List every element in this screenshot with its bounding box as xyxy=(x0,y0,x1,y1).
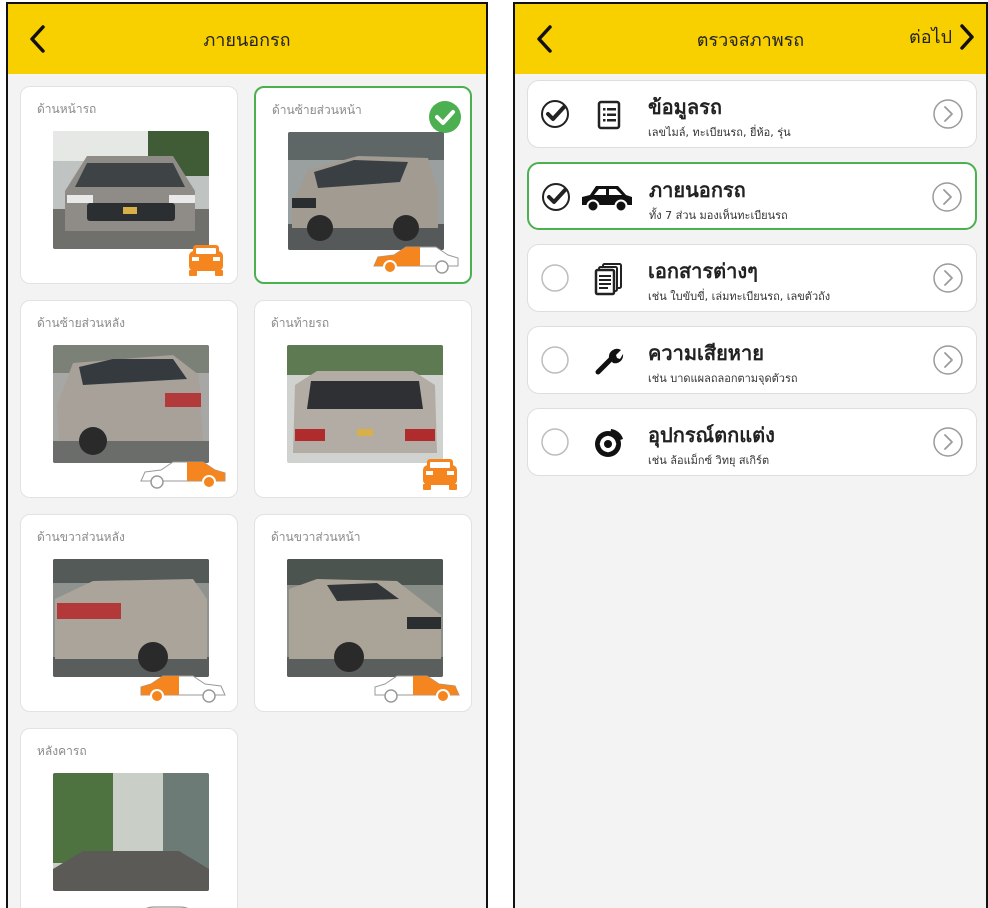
car-side-diagram-icon xyxy=(140,675,226,703)
right-front-photo-thumbnail xyxy=(287,559,443,677)
rear-photo-thumbnail xyxy=(287,345,443,463)
item-title: ความเสียหาย xyxy=(648,341,764,365)
chevron-right-circle-icon[interactable] xyxy=(932,344,964,376)
page-title: ตรวจสภาพรถ xyxy=(696,29,805,51)
photo-card-roof[interactable]: หลังคารถ xyxy=(20,728,238,908)
list-document-icon xyxy=(586,95,632,135)
left-rear-photo-thumbnail xyxy=(53,345,209,463)
photo-card-rear[interactable]: ด้านท้ายรถ xyxy=(254,300,472,498)
inspection-checklist-screen: ตรวจสภาพรถ ต่อไป ข้อมูลรถ เลขไมล์, ทะเบี… xyxy=(513,2,988,908)
next-button[interactable]: ต่อไป xyxy=(909,22,976,51)
item-subtitle: เช่น ใบขับขี่, เล่มทะเบียนรถ, เลขตัวถัง xyxy=(648,290,831,303)
brake-disc-icon xyxy=(586,423,632,463)
documents-icon xyxy=(586,259,632,299)
front-photo-thumbnail xyxy=(53,131,209,249)
photo-card-right-rear[interactable]: ด้านขวาส่วนหลัง xyxy=(20,514,238,712)
right-rear-photo-thumbnail xyxy=(53,559,209,677)
checklist-item-exterior[interactable]: ภายนอกรถ ทั้ง 7 ส่วน มองเห็นทะเบียนรถ xyxy=(527,162,977,230)
photo-card-left-rear[interactable]: ด้านซ้ายส่วนหลัง xyxy=(20,300,238,498)
photo-label: ด้านขวาส่วนหลัง xyxy=(37,530,125,544)
checklist-item-accessories[interactable]: อุปกรณ์ตกแต่ง เช่น ล้อแม็กซ์ วิทยุ สเกิร… xyxy=(527,408,977,476)
item-subtitle: เช่น บาดแผลถลอกตามจุดตัวรถ xyxy=(648,372,798,385)
check-circle-icon xyxy=(541,100,569,128)
item-title: ภายนอกรถ xyxy=(649,178,746,202)
checklist-item-car-info[interactable]: ข้อมูลรถ เลขไมล์, ทะเบียนรถ, ยี่ห้อ, รุ่… xyxy=(527,80,977,148)
car-rear-diagram-icon xyxy=(423,459,457,490)
photo-label: ด้านท้ายรถ xyxy=(271,316,330,330)
item-subtitle: เช่น ล้อแม็กซ์ วิทยุ สเกิร์ต xyxy=(648,454,770,467)
back-arrow-icon[interactable] xyxy=(26,24,50,54)
car-side-diagram-icon xyxy=(140,461,226,489)
left-front-photo-thumbnail xyxy=(288,132,444,250)
chevron-right-circle-icon[interactable] xyxy=(932,426,964,458)
car-front-diagram-icon xyxy=(189,245,223,276)
item-subtitle: เลขไมล์, ทะเบียนรถ, ยี่ห้อ, รุ่น xyxy=(648,126,791,139)
photo-label: หลังคารถ xyxy=(37,744,87,758)
item-title: อุปกรณ์ตกแต่ง xyxy=(648,423,775,447)
checklist-item-documents[interactable]: เอกสารต่างๆ เช่น ใบขับขี่, เล่มทะเบียนรถ… xyxy=(527,244,977,312)
item-subtitle: ทั้ง 7 ส่วน มองเห็นทะเบียนรถ xyxy=(649,209,788,222)
car-icon xyxy=(577,178,637,218)
item-title: ข้อมูลรถ xyxy=(648,95,722,119)
photo-label: ด้านหน้ารถ xyxy=(37,102,97,116)
empty-circle-icon xyxy=(541,346,569,374)
chevron-right-circle-icon[interactable] xyxy=(932,262,964,294)
wrench-icon xyxy=(586,341,632,381)
check-circle-icon xyxy=(429,101,461,133)
app-bar: ตรวจสภาพรถ ต่อไป xyxy=(515,4,986,74)
back-arrow-icon[interactable] xyxy=(533,24,557,54)
photo-label: ด้านซ้ายส่วนหน้า xyxy=(272,103,362,117)
car-side-diagram-icon xyxy=(373,246,459,274)
roof-photo-thumbnail xyxy=(53,773,209,891)
photo-card-front[interactable]: ด้านหน้ารถ xyxy=(20,86,238,284)
forward-arrow-icon xyxy=(960,23,974,50)
page-title: ภายนอกรถ xyxy=(203,29,291,51)
photo-label: ด้านซ้ายส่วนหลัง xyxy=(37,316,126,330)
empty-circle-icon xyxy=(541,264,569,292)
exterior-photos-screen: ภายนอกรถ ด้านหน้ารถ ด้านซ้ายส่วนหน้า ด้า… xyxy=(6,2,488,908)
app-bar: ภายนอกรถ xyxy=(8,4,486,74)
empty-circle-icon xyxy=(541,428,569,456)
chevron-right-circle-icon[interactable] xyxy=(932,98,964,130)
photo-card-right-front[interactable]: ด้านขวาส่วนหน้า xyxy=(254,514,472,712)
item-title: เอกสารต่างๆ xyxy=(648,259,758,283)
checklist-item-damage[interactable]: ความเสียหาย เช่น บาดแผลถลอกตามจุดตัวรถ xyxy=(527,326,977,394)
check-circle-icon xyxy=(542,183,570,211)
chevron-right-circle-icon[interactable] xyxy=(931,181,963,213)
photo-label: ด้านขวาส่วนหน้า xyxy=(271,530,361,544)
photo-card-left-front[interactable]: ด้านซ้ายส่วนหน้า xyxy=(254,86,472,284)
car-side-diagram-icon xyxy=(374,675,460,703)
next-label: ต่อไป xyxy=(909,27,952,48)
